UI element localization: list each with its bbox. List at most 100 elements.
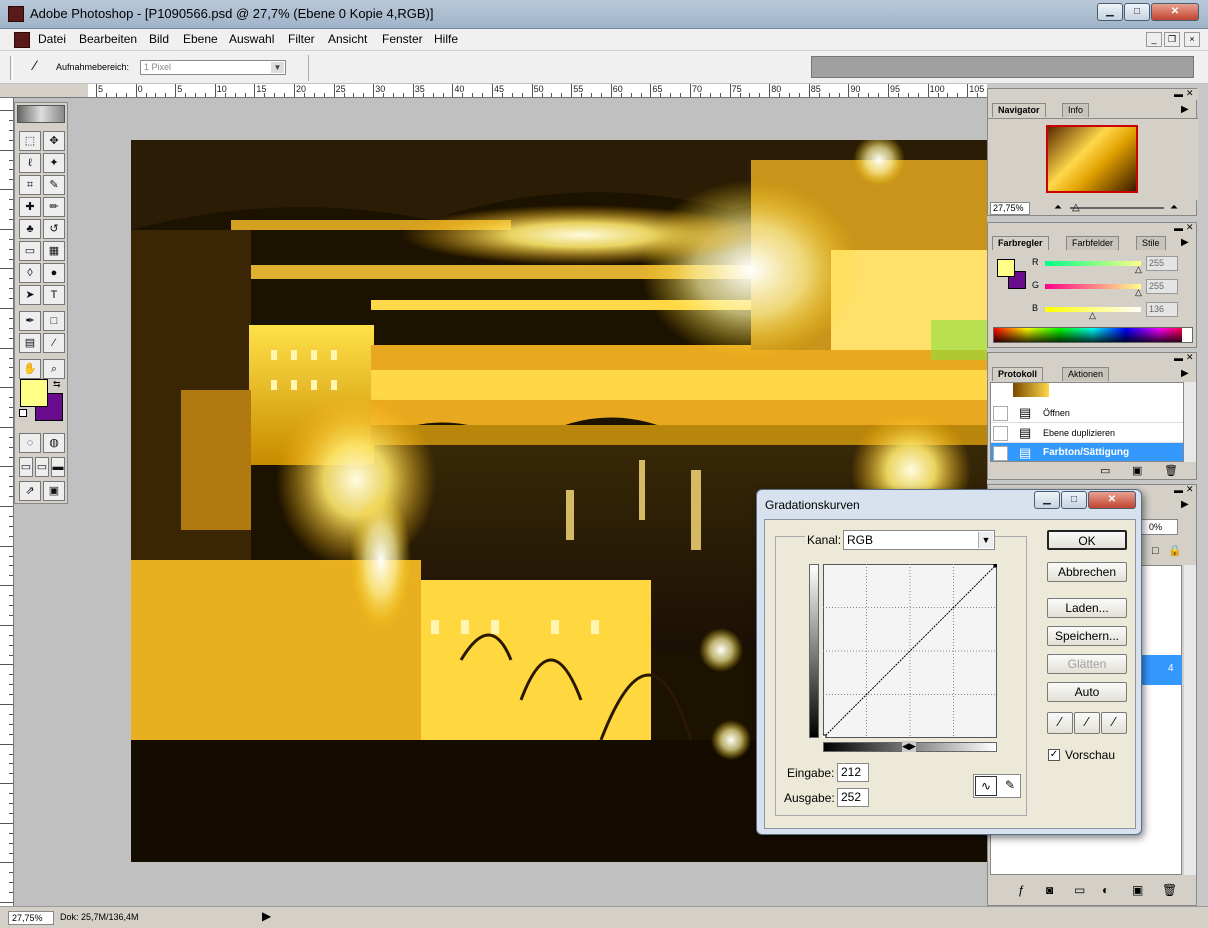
curve-point[interactable] bbox=[993, 564, 997, 568]
input-value-field[interactable]: 212 bbox=[837, 763, 869, 782]
dialog-close-button[interactable]: ✕ bbox=[1088, 491, 1136, 509]
lock-transparency-icon[interactable]: □ bbox=[1152, 545, 1159, 557]
brush-tool-icon[interactable]: ✏ bbox=[43, 197, 65, 217]
history-checkbox[interactable] bbox=[993, 446, 1008, 461]
zoom-tool-icon[interactable]: ⌕ bbox=[43, 359, 65, 379]
slice-tool-icon[interactable]: ✎ bbox=[43, 175, 65, 195]
lock-all-icon[interactable]: 🔒 bbox=[1168, 544, 1182, 557]
white-point-eyedropper-icon[interactable]: ⁄ bbox=[1101, 712, 1127, 734]
value-r[interactable]: 255 bbox=[1146, 256, 1178, 271]
history-checkbox[interactable] bbox=[993, 406, 1008, 421]
palette-minimize-icon[interactable]: ▬ bbox=[1174, 223, 1183, 233]
palette-close-icon[interactable]: ✕ bbox=[1186, 222, 1194, 233]
layer-style-icon[interactable]: ƒ bbox=[1018, 883, 1025, 897]
screen-mode-full-icon[interactable]: ▬ bbox=[51, 457, 65, 477]
palette-close-icon[interactable]: ✕ bbox=[1186, 88, 1194, 99]
channel-select[interactable]: RGB ▼ bbox=[843, 530, 995, 550]
gradient-tool-icon[interactable]: ▦ bbox=[43, 241, 65, 261]
jump-to-imageready-icon[interactable]: ⇗ bbox=[19, 481, 41, 501]
slider-b-thumb[interactable]: △ bbox=[1089, 310, 1096, 321]
value-b[interactable]: 136 bbox=[1146, 302, 1178, 317]
hand-tool-icon[interactable]: ✋ bbox=[19, 359, 41, 379]
palette-menu-icon[interactable]: ▶ bbox=[1181, 237, 1189, 248]
layer-mask-icon[interactable]: ◙ bbox=[1046, 883, 1053, 897]
curve-point[interactable] bbox=[823, 734, 827, 738]
status-menu-arrow-icon[interactable]: ▶ bbox=[262, 909, 271, 923]
new-group-icon[interactable]: ▭ bbox=[1074, 883, 1085, 897]
move-tool-icon[interactable]: ✥ bbox=[43, 131, 65, 151]
slider-g-thumb[interactable]: △ bbox=[1135, 287, 1142, 298]
type-tool-icon[interactable]: T bbox=[43, 285, 65, 305]
menu-bearbeiten[interactable]: Bearbeiten bbox=[79, 32, 137, 46]
menu-bild[interactable]: Bild bbox=[149, 32, 169, 46]
doc-close-button[interactable]: × bbox=[1184, 32, 1200, 47]
history-checkbox[interactable] bbox=[993, 426, 1008, 441]
load-button[interactable]: Laden... bbox=[1047, 598, 1127, 618]
crop-tool-icon[interactable]: ⌗ bbox=[19, 175, 41, 195]
eraser-tool-icon[interactable]: ▭ bbox=[19, 241, 41, 261]
palette-minimize-icon[interactable]: ▬ bbox=[1174, 353, 1183, 363]
palette-minimize-icon[interactable]: ▬ bbox=[1174, 89, 1183, 99]
snapshot-thumbnail[interactable] bbox=[1013, 383, 1049, 397]
black-point-eyedropper-icon[interactable]: ⁄ bbox=[1047, 712, 1073, 734]
doc-restore-button[interactable]: ❐ bbox=[1164, 32, 1180, 47]
navigator-thumbnail[interactable] bbox=[1046, 125, 1138, 193]
tab-stile[interactable]: Stile bbox=[1136, 236, 1166, 250]
healing-brush-tool-icon[interactable]: ✚ bbox=[19, 197, 41, 217]
path-select-tool-icon[interactable]: ➤ bbox=[19, 285, 41, 305]
close-button[interactable]: ✕ bbox=[1151, 3, 1199, 21]
zoom-slider[interactable] bbox=[1070, 207, 1164, 209]
dialog-maximize-button[interactable]: □ bbox=[1061, 491, 1087, 509]
screen-mode-full-menu-icon[interactable]: ▭ bbox=[35, 457, 49, 477]
palette-menu-icon[interactable]: ▶ bbox=[1181, 499, 1189, 510]
marquee-tool-icon[interactable]: ⬚ bbox=[19, 131, 41, 151]
history-item-selected[interactable]: ▤ Farbton/Sättigung bbox=[991, 443, 1183, 461]
eyedropper-icon[interactable]: ⁄ bbox=[24, 57, 46, 77]
palette-close-icon[interactable]: ✕ bbox=[1186, 484, 1194, 495]
notes-tool-icon[interactable]: ▤ bbox=[19, 333, 41, 353]
slider-r-thumb[interactable]: △ bbox=[1135, 264, 1142, 275]
palette-close-icon[interactable]: ✕ bbox=[1186, 352, 1194, 363]
layers-scrollbar[interactable] bbox=[1184, 565, 1196, 875]
doc-minimize-button[interactable]: _ bbox=[1146, 32, 1162, 47]
adobe-logo[interactable] bbox=[17, 105, 65, 123]
history-item[interactable]: ▤ Ebene duplizieren bbox=[991, 423, 1183, 443]
lasso-tool-icon[interactable]: ℓ bbox=[19, 153, 41, 173]
tab-info[interactable]: Info bbox=[1062, 103, 1090, 117]
screen-mode-standard-icon[interactable]: ▭ bbox=[19, 457, 33, 477]
clone-stamp-tool-icon[interactable]: ♣ bbox=[19, 219, 41, 239]
tab-aktionen[interactable]: Aktionen bbox=[1062, 367, 1110, 381]
tab-protokoll[interactable]: Protokoll bbox=[992, 367, 1044, 381]
history-scrollbar[interactable] bbox=[1184, 382, 1196, 462]
ok-button[interactable]: OK bbox=[1047, 530, 1127, 550]
foreground-swatch[interactable] bbox=[997, 259, 1015, 277]
magic-wand-tool-icon[interactable]: ✦ bbox=[43, 153, 65, 173]
swap-colors-icon[interactable]: ⇆ bbox=[53, 379, 61, 390]
save-button[interactable]: Speichern... bbox=[1047, 626, 1127, 646]
palette-menu-icon[interactable]: ▶ bbox=[1181, 368, 1189, 379]
history-item[interactable]: ▤ Öffnen bbox=[991, 403, 1183, 423]
dodge-tool-icon[interactable]: ● bbox=[43, 263, 65, 283]
minimize-button[interactable]: ▁ bbox=[1097, 3, 1123, 21]
slider-r[interactable] bbox=[1045, 261, 1141, 266]
value-g[interactable]: 255 bbox=[1146, 279, 1178, 294]
menu-fenster[interactable]: Fenster bbox=[382, 32, 423, 46]
default-colors-icon[interactable] bbox=[19, 409, 27, 417]
foreground-color-swatch[interactable] bbox=[20, 379, 48, 407]
gradient-toggle-icon[interactable]: ◀▶ bbox=[902, 741, 916, 752]
menu-auswahl[interactable]: Auswahl bbox=[229, 32, 274, 46]
color-ramp[interactable] bbox=[993, 327, 1193, 343]
input-gradient-bar[interactable]: ◀▶ bbox=[823, 741, 997, 752]
imageready-icon[interactable]: ▣ bbox=[43, 481, 65, 501]
zoom-out-icon[interactable]: ⏶ bbox=[1054, 202, 1062, 213]
opacity-field[interactable]: 0% bbox=[1138, 519, 1178, 535]
tab-navigator[interactable]: Navigator bbox=[992, 103, 1046, 117]
curve-point-tool-icon[interactable]: ∿ bbox=[975, 776, 997, 796]
sample-size-select[interactable]: 1 Pixel ▼ bbox=[140, 60, 286, 75]
navigator-zoom-field[interactable]: 27,75% bbox=[990, 202, 1030, 215]
delete-layer-icon[interactable]: 🗑 bbox=[1162, 883, 1177, 897]
adjustment-layer-icon[interactable]: ◐ bbox=[1102, 883, 1109, 897]
menu-datei[interactable]: Datei bbox=[38, 32, 66, 46]
eyedropper-tool-icon[interactable]: ⁄ bbox=[43, 333, 65, 353]
blur-tool-icon[interactable]: ◊ bbox=[19, 263, 41, 283]
